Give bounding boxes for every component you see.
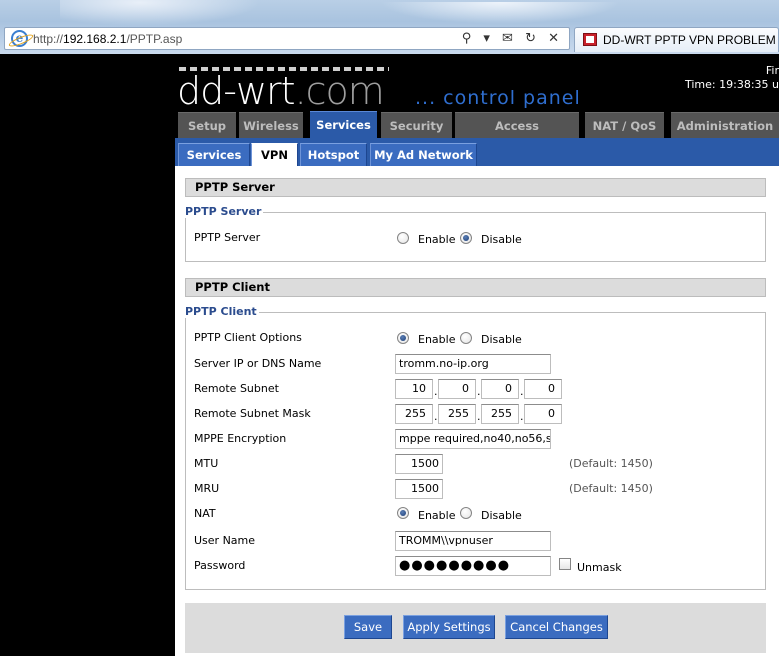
mppe-label: MPPE Encryption xyxy=(194,432,287,445)
pptp-server-disable-radio[interactable] xyxy=(460,232,472,244)
password-input[interactable]: ●●●●●●●●● xyxy=(395,556,551,576)
subtab-hotspot[interactable]: Hotspot xyxy=(300,143,367,166)
remote-subnet-octet-1[interactable]: 10 xyxy=(395,379,433,399)
chrome-decoration xyxy=(60,0,260,26)
apply-settings-button[interactable]: Apply Settings xyxy=(403,615,495,639)
mppe-input[interactable]: mppe required,no40,no56,stateless xyxy=(395,429,551,449)
server-ip-label: Server IP or DNS Name xyxy=(194,357,322,370)
address-url[interactable]: http://192.168.2.1/PPTP.asp xyxy=(33,32,182,46)
url-prefix: http:// xyxy=(33,32,64,46)
tab-title: DD-WRT PPTP VPN PROBLEM ... xyxy=(603,33,779,47)
remote-mask-octet-4[interactable]: 0 xyxy=(524,404,562,424)
ddwrt-logo: dd-wrt.com xyxy=(177,69,385,113)
cancel-changes-button[interactable]: Cancel Changes xyxy=(505,615,608,639)
url-host: 192.168.2.1 xyxy=(63,32,127,46)
mru-input[interactable]: 1500 xyxy=(395,479,443,499)
control-panel-tagline: ... control panel xyxy=(415,87,581,109)
octet-separator: . xyxy=(434,410,438,423)
mtu-default: (Default: 1450) xyxy=(569,457,653,470)
remote-mask-octet-3[interactable]: 255 xyxy=(481,404,519,424)
client-options-disable-label: Disable xyxy=(481,333,522,346)
address-bar-icons[interactable]: ⚲ ▾ ✉ ↻ ✕ xyxy=(462,31,563,46)
address-bar[interactable]: e http://192.168.2.1/PPTP.asp ⚲ ▾ ✉ ↻ ✕ xyxy=(4,27,570,50)
pptp-client-section-title: PPTP Client xyxy=(185,278,766,297)
url-path: /PPTP.asp xyxy=(126,32,183,46)
sub-nav: Services VPN Hotspot My Ad Network xyxy=(175,138,779,166)
remote-subnet-octet-2[interactable]: 0 xyxy=(438,379,476,399)
password-label: Password xyxy=(194,559,246,572)
remote-mask-octet-2[interactable]: 255 xyxy=(438,404,476,424)
remote-subnet-octet-4[interactable]: 0 xyxy=(524,379,562,399)
tab-access-restrictions[interactable]: Access Restrictions xyxy=(455,112,579,159)
tab-wireless[interactable]: Wireless xyxy=(239,112,303,138)
remote-subnet-octet-3[interactable]: 0 xyxy=(481,379,519,399)
client-options-enable-radio[interactable] xyxy=(397,332,409,344)
nat-disable-radio[interactable] xyxy=(460,507,472,519)
router-time: Time: 19:38:35 u xyxy=(685,78,779,91)
nat-label: NAT xyxy=(194,507,216,520)
chrome-decoration xyxy=(380,2,620,24)
router-page: dd-wrt.com ... control panel Fir Time: 1… xyxy=(0,54,779,656)
unmask-checkbox[interactable] xyxy=(559,558,571,570)
user-name-label: User Name xyxy=(194,534,256,547)
ie-browser-icon: e xyxy=(11,30,28,47)
subtab-services[interactable]: Services xyxy=(178,143,250,166)
mtu-input[interactable]: 1500 xyxy=(395,454,443,474)
remote-subnet-label: Remote Subnet xyxy=(194,382,279,395)
pptp-server-enable-label: Enable xyxy=(418,233,456,246)
client-options-label: PPTP Client Options xyxy=(194,331,302,344)
ddwrt-favicon-icon xyxy=(583,33,597,46)
octet-separator: . xyxy=(520,410,524,423)
subtab-vpn[interactable]: VPN xyxy=(251,143,298,166)
octet-separator: . xyxy=(520,385,524,398)
subtab-my-ad-network[interactable]: My Ad Network xyxy=(370,143,477,166)
tab-services[interactable]: Services xyxy=(310,111,377,138)
tab-nat-qos[interactable]: NAT / QoS xyxy=(585,112,664,138)
tab-setup[interactable]: Setup xyxy=(178,112,236,138)
mtu-label: MTU xyxy=(194,457,219,470)
mru-default: (Default: 1450) xyxy=(569,482,653,495)
logo-main: dd-wrt xyxy=(177,69,296,113)
pptp-client-fieldset: PPTP Client PPTP Client Options Enable D… xyxy=(183,305,766,590)
unmask-label: Unmask xyxy=(577,561,622,574)
tab-administration[interactable]: Administration xyxy=(671,112,779,138)
remote-mask-label: Remote Subnet Mask xyxy=(194,407,311,420)
client-options-enable-label: Enable xyxy=(418,333,456,346)
browser-tab[interactable]: DD-WRT PPTP VPN PROBLEM ... xyxy=(574,27,779,52)
pptp-server-legend: PPTP Server xyxy=(183,205,264,218)
nat-enable-radio[interactable] xyxy=(397,507,409,519)
pptp-server-enable-radio[interactable] xyxy=(397,232,409,244)
octet-separator: . xyxy=(477,385,481,398)
pptp-server-disable-label: Disable xyxy=(481,233,522,246)
pptp-server-section-title: PPTP Server xyxy=(185,178,766,197)
pptp-server-label: PPTP Server xyxy=(194,231,261,244)
octet-separator: . xyxy=(477,410,481,423)
button-bar: Save Apply Settings Cancel Changes xyxy=(185,603,766,653)
server-ip-input[interactable]: tromm.no-ip.org xyxy=(395,354,551,374)
logo-suffix: .com xyxy=(294,69,385,113)
client-options-disable-radio[interactable] xyxy=(460,332,472,344)
main-nav: Setup Wireless Services Security Access … xyxy=(175,111,779,159)
user-name-input[interactable]: TROMM\\vpnuser xyxy=(395,531,551,551)
firmware-info: Fir xyxy=(765,64,779,77)
nat-enable-label: Enable xyxy=(418,509,456,522)
remote-mask-octet-1[interactable]: 255 xyxy=(395,404,433,424)
octet-separator: . xyxy=(434,385,438,398)
browser-chrome: e http://192.168.2.1/PPTP.asp ⚲ ▾ ✉ ↻ ✕ … xyxy=(0,0,779,54)
pptp-client-legend: PPTP Client xyxy=(183,305,259,318)
nat-disable-label: Disable xyxy=(481,509,522,522)
mru-label: MRU xyxy=(194,482,220,495)
main-content: PPTP Server PPTP Server PPTP Server Enab… xyxy=(175,166,779,656)
tab-security[interactable]: Security xyxy=(381,112,452,138)
pptp-server-fieldset: PPTP Server PPTP Server Enable Disable xyxy=(183,205,766,262)
save-button[interactable]: Save xyxy=(344,615,392,639)
